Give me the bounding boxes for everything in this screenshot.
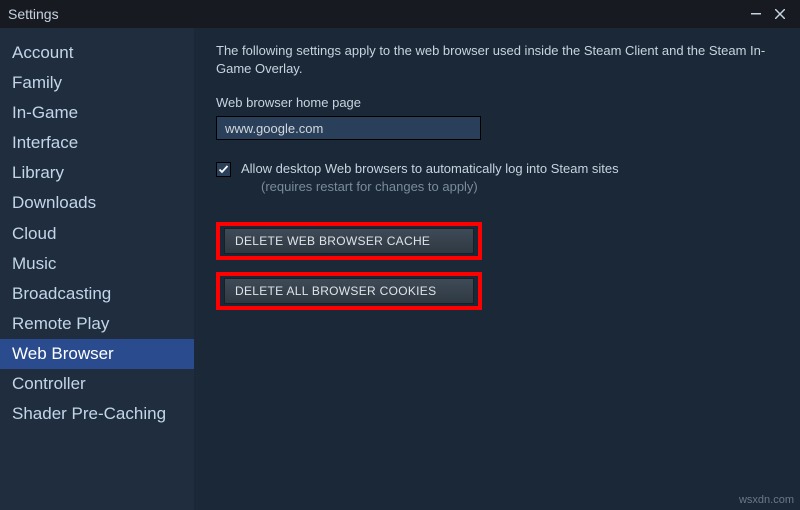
close-icon — [775, 9, 785, 19]
sidebar-item-label: Shader Pre-Caching — [12, 404, 166, 423]
sidebar-item-label: Music — [12, 254, 56, 273]
sidebar-item-shader-pre-caching[interactable]: Shader Pre-Caching — [0, 399, 194, 429]
close-button[interactable] — [768, 4, 792, 24]
sidebar-item-label: Broadcasting — [12, 284, 111, 303]
sidebar-item-label: Web Browser — [12, 344, 114, 363]
sidebar-item-label: Interface — [12, 133, 78, 152]
sidebar-item-controller[interactable]: Controller — [0, 369, 194, 399]
sidebar-item-web-browser[interactable]: Web Browser — [0, 339, 194, 369]
delete-cache-button[interactable]: DELETE WEB BROWSER CACHE — [224, 228, 474, 254]
sidebar-item-account[interactable]: Account — [0, 38, 194, 68]
sidebar-item-label: Downloads — [12, 193, 96, 212]
sidebar-item-in-game[interactable]: In-Game — [0, 98, 194, 128]
highlight-delete-cache: DELETE WEB BROWSER CACHE — [216, 222, 482, 260]
checkmark-icon — [218, 164, 229, 175]
sidebar-item-downloads[interactable]: Downloads — [0, 188, 194, 218]
settings-panel-web-browser: The following settings apply to the web … — [194, 28, 800, 510]
sidebar-item-label: Family — [12, 73, 62, 92]
minimize-button[interactable] — [744, 4, 768, 24]
window-title: Settings — [8, 6, 59, 22]
sidebar-item-label: Controller — [12, 374, 86, 393]
homepage-input[interactable] — [216, 116, 481, 140]
autologin-row: Allow desktop Web browsers to automatica… — [216, 160, 784, 196]
sidebar-item-label: Library — [12, 163, 64, 182]
highlight-delete-cookies: DELETE ALL BROWSER COOKIES — [216, 272, 482, 310]
titlebar: Settings — [0, 0, 800, 28]
homepage-label: Web browser home page — [216, 95, 784, 110]
autologin-checkbox[interactable] — [216, 162, 231, 177]
watermark: wsxdn.com — [739, 494, 794, 506]
settings-sidebar: Account Family In-Game Interface Library Down… — [0, 28, 194, 510]
sidebar-item-label: Account — [12, 43, 73, 62]
sidebar-item-label: In-Game — [12, 103, 78, 122]
sidebar-item-remote-play[interactable]: Remote Play — [0, 309, 194, 339]
sidebar-item-family[interactable]: Family — [0, 68, 194, 98]
delete-cookies-button[interactable]: DELETE ALL BROWSER COOKIES — [224, 278, 474, 304]
autologin-sublabel: (requires restart for changes to apply) — [261, 179, 478, 194]
autologin-text: Allow desktop Web browsers to automatica… — [241, 160, 619, 196]
sidebar-item-music[interactable]: Music — [0, 249, 194, 279]
minimize-icon — [751, 13, 761, 15]
sidebar-item-cloud[interactable]: Cloud — [0, 219, 194, 249]
content-area: Account Family In-Game Interface Library Down… — [0, 28, 800, 510]
sidebar-item-label: Cloud — [12, 224, 56, 243]
sidebar-item-library[interactable]: Library — [0, 158, 194, 188]
sidebar-item-interface[interactable]: Interface — [0, 128, 194, 158]
sidebar-item-label: Remote Play — [12, 314, 109, 333]
autologin-label: Allow desktop Web browsers to automatica… — [241, 161, 619, 176]
panel-description: The following settings apply to the web … — [216, 42, 784, 77]
sidebar-item-broadcasting[interactable]: Broadcasting — [0, 279, 194, 309]
